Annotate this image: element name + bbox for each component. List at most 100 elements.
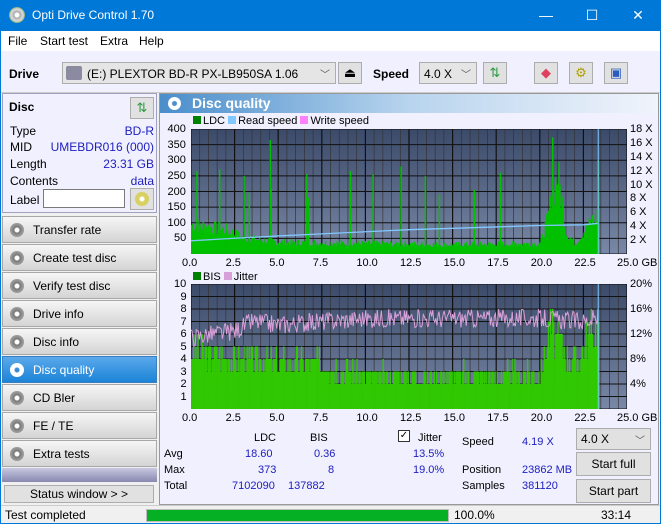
- nav-verify-test-disc[interactable]: Verify test disc: [2, 272, 157, 299]
- gears-icon: ⚙: [575, 65, 587, 80]
- maximize-button[interactable]: ☐: [569, 0, 615, 31]
- disc-mid-row: MID UMEBDR016 (000): [10, 140, 154, 156]
- x-tick-label: 22.5: [574, 257, 596, 269]
- disc-length-row: Length 23.31 GB: [10, 157, 154, 173]
- settings-button[interactable]: ⚙: [569, 62, 593, 84]
- x-tick-label: 25.0 GB: [617, 412, 658, 424]
- nav-disc-info[interactable]: Disc info: [2, 328, 157, 355]
- disc-info-icon: [10, 335, 24, 349]
- status-window-button[interactable]: Status window > >: [4, 485, 154, 503]
- speed-select-value: 4.0 X: [424, 67, 453, 81]
- x-tick-label: 15.0: [443, 412, 466, 424]
- avg-jitter: 13.5%: [413, 448, 445, 460]
- erase-button[interactable]: ◆: [534, 62, 558, 84]
- disc-label-input[interactable]: [43, 189, 125, 208]
- ldc-spike: [499, 172, 502, 254]
- create-disc-icon: [10, 251, 24, 265]
- y2-tick-label: 4 X: [630, 220, 647, 233]
- bis-jitter-chart: [191, 284, 627, 409]
- samples-value: 381120: [522, 480, 558, 492]
- legend-bis: BIS: [203, 271, 221, 283]
- nav-drive-info[interactable]: Drive info: [2, 300, 157, 327]
- progress-fill: [147, 510, 448, 521]
- refresh-arrows-icon: ⇅: [489, 65, 501, 80]
- ldc-spike: [372, 174, 374, 254]
- y-tick-label: 250: [167, 169, 186, 182]
- nav-label: Verify test disc: [33, 279, 111, 293]
- progress-percent: 100.0%: [454, 508, 495, 522]
- window-title: Opti Drive Control 1.70: [32, 8, 155, 22]
- speed-label: Speed: [373, 67, 410, 81]
- y-tick-label: 8: [180, 303, 187, 315]
- app-window: Opti Drive Control 1.70 — ☐ ✕ File Start…: [1, 0, 660, 523]
- total-ldc: 7102090: [232, 480, 275, 492]
- position-label: Position: [462, 464, 502, 476]
- disc-icon: [135, 192, 149, 206]
- nav-disc-quality[interactable]: Disc quality: [2, 356, 157, 383]
- ldc-spike: [400, 166, 402, 254]
- nav-fe-te[interactable]: FE / TE: [2, 412, 157, 439]
- y2-tick-label: 20%: [630, 278, 653, 290]
- y-tick-label: 400: [167, 123, 186, 135]
- nav-create-test-disc[interactable]: Create test disc: [2, 244, 157, 271]
- disc-quality-panel: Disc quality LDC Read speed Write speed …: [159, 93, 659, 505]
- jitter-checkbox[interactable]: ✓: [398, 430, 410, 442]
- y2-tick-label: 18 X: [630, 123, 653, 135]
- x-tick-label: 2.5: [225, 257, 241, 269]
- refresh-button[interactable]: ⇅: [483, 62, 507, 84]
- menu-file[interactable]: File: [8, 34, 27, 48]
- total-label: Total: [164, 480, 188, 492]
- ldc-spike: [243, 175, 245, 254]
- disc-refresh-button[interactable]: ⇅: [130, 97, 154, 119]
- x-tick-label: 0.0: [182, 412, 198, 424]
- y2-tick-label: 16%: [630, 303, 653, 315]
- sidebar-spacer: [2, 468, 157, 482]
- ldc-spike: [248, 193, 251, 254]
- x-tick-label: 7.5: [312, 412, 329, 424]
- legend-jitter: Jitter: [233, 271, 258, 283]
- x-tick-label: 5.0: [269, 257, 285, 269]
- chevron-down-icon: ﹀: [461, 70, 471, 81]
- progress-bar: [146, 509, 449, 522]
- x-tick-label: 15.0: [443, 257, 466, 269]
- x-tick-label: 20.0: [530, 412, 553, 424]
- ldc-spike: [552, 137, 554, 254]
- avg-bis: 0.36: [314, 448, 336, 460]
- x-tick-label: 5.0: [269, 412, 285, 424]
- menu-extra[interactable]: Extra: [100, 34, 128, 48]
- y-tick-label: 5: [180, 340, 187, 353]
- disc-type-row: Type BD-R: [10, 124, 154, 140]
- ldc-spike: [196, 171, 198, 254]
- legend-swatch-write: [300, 116, 309, 124]
- samples-label: Samples: [462, 480, 505, 492]
- start-part-button[interactable]: Start part: [576, 479, 651, 503]
- ldc-spike: [270, 188, 272, 254]
- close-button[interactable]: ✕: [615, 0, 661, 31]
- y2-tick-label: 8 X: [630, 192, 647, 205]
- x-tick-label: 12.5: [400, 257, 422, 269]
- nav-extra-tests[interactable]: Extra tests: [2, 440, 157, 467]
- nav-cd-bler[interactable]: CD Bler: [2, 384, 157, 411]
- y-tick-label: 7: [180, 315, 187, 328]
- ldc-spike: [307, 197, 310, 254]
- menu-help[interactable]: Help: [139, 34, 164, 48]
- nav-transfer-rate[interactable]: Transfer rate: [2, 216, 157, 243]
- test-speed-select[interactable]: 4.0 X ﹀: [576, 428, 651, 450]
- jitter-label: Jitter: [418, 432, 442, 444]
- menu-start-test[interactable]: Start test: [40, 34, 88, 48]
- y2-tick-label: 12%: [630, 328, 653, 340]
- max-bis: 8: [328, 464, 335, 476]
- position-value: 23862 MB: [522, 464, 573, 476]
- speed-select[interactable]: 4.0 X ﹀: [419, 62, 477, 84]
- save-button[interactable]: ▣: [604, 62, 628, 84]
- y-tick-label: 4: [180, 353, 187, 365]
- avg-ldc: 18.60: [245, 448, 273, 460]
- drive-select[interactable]: (E:) PLEXTOR BD-R PX-LB950SA 1.06 ﹀: [62, 62, 336, 84]
- legend-swatch-ldc: [193, 116, 201, 124]
- disc-type-label: Type: [10, 124, 37, 138]
- nav-label: CD Bler: [33, 391, 76, 405]
- start-full-button[interactable]: Start full: [576, 452, 651, 476]
- minimize-button[interactable]: —: [523, 0, 569, 31]
- eject-button[interactable]: ⏏: [338, 62, 362, 84]
- disc-label-button[interactable]: [130, 188, 154, 210]
